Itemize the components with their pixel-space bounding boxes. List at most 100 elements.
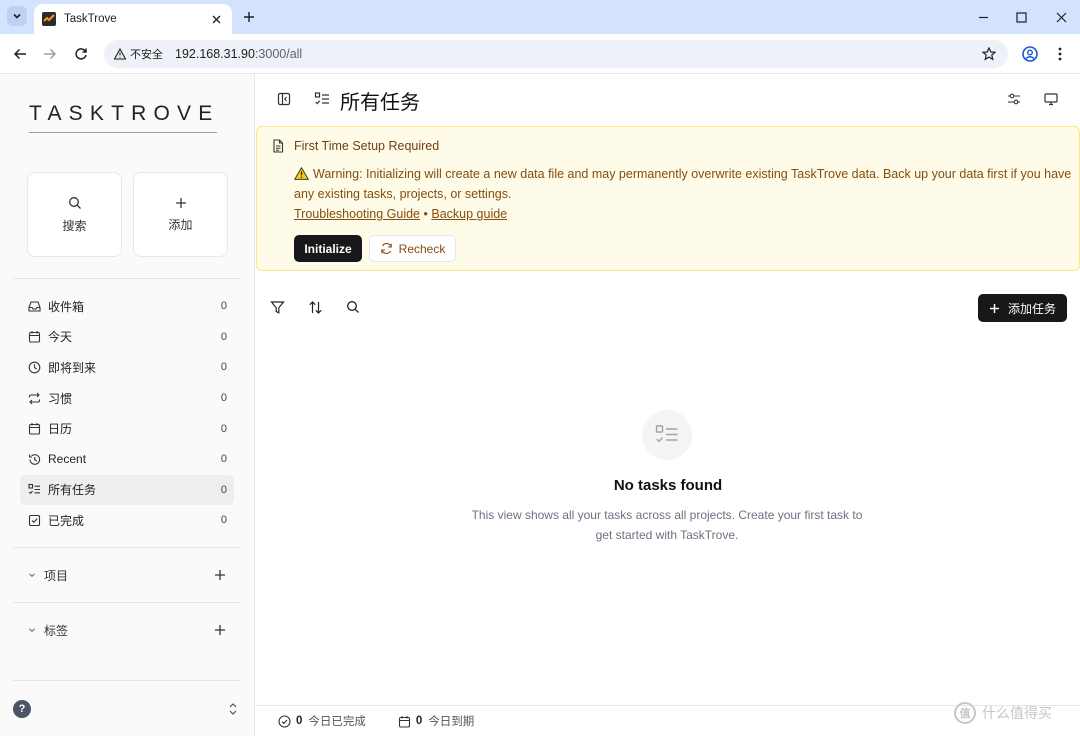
browser-tab-bar: TaskTrove <box>0 0 1080 34</box>
monitor-icon[interactable] <box>1041 89 1061 109</box>
browser-toolbar: 不安全 192.168.31.90:3000/all <box>0 34 1080 74</box>
back-arrow-icon[interactable] <box>10 44 30 64</box>
refresh-icon <box>380 243 392 254</box>
sidebar-item-all-tasks[interactable]: 所有任务 0 <box>20 474 234 506</box>
add-task-label: 添加任务 <box>1007 301 1056 316</box>
empty-state-description: This view shows all your tasks across al… <box>471 508 863 542</box>
file-text-icon <box>273 139 284 153</box>
add-task-button[interactable]: 添加任务 <box>978 294 1067 322</box>
new-tab-icon[interactable] <box>240 8 258 26</box>
sidebar-divider <box>13 547 240 548</box>
sidebar-item-inbox[interactable]: 收件箱 0 <box>20 291 234 322</box>
tab-close-icon[interactable] <box>208 11 224 27</box>
completed-today-count: 0 <box>296 715 303 727</box>
clock-icon <box>27 360 41 374</box>
browser-tab[interactable]: TaskTrove <box>34 4 232 34</box>
empty-list-icon <box>642 410 692 460</box>
sidebar-item-count: 0 <box>220 330 227 343</box>
forward-arrow-icon[interactable] <box>40 44 60 64</box>
search-quick-button[interactable]: 搜索 <box>27 172 122 257</box>
chevron-down-icon <box>29 573 35 578</box>
warning-triangle-icon <box>114 48 126 60</box>
app-logo[interactable]: TASKTROVE <box>29 102 219 133</box>
sidebar-divider <box>13 680 240 681</box>
search-icon[interactable] <box>344 298 362 316</box>
list-todo-icon <box>27 483 41 497</box>
sidebar: TASKTROVE 搜索 添加 收件箱 0 今天 0 即将到来 0 习惯 0 日… <box>0 74 255 736</box>
plus-icon <box>989 303 999 313</box>
sidebar-item-label: Recent <box>48 452 87 467</box>
empty-state-title: No tasks found <box>613 477 723 494</box>
inbox-icon <box>27 299 41 313</box>
completed-today-label: 今日已完成 <box>308 716 366 728</box>
sidebar-item-label: 收件箱 <box>48 299 85 314</box>
labels-section-toggle[interactable]: 标签 <box>20 618 234 642</box>
maximize-icon[interactable] <box>1012 8 1030 26</box>
sidebar-item-label: 已完成 <box>48 513 85 528</box>
url-host: 192.168.31.90 <box>175 47 255 61</box>
sort-icon[interactable] <box>306 298 324 316</box>
sidebar-item-recent[interactable]: Recent 0 <box>20 444 234 475</box>
tasktrove-favicon-icon <box>42 12 56 26</box>
due-today-count: 0 <box>415 715 423 727</box>
app-logo-text: TASKTROVE <box>29 102 220 125</box>
add-label-icon[interactable] <box>212 622 228 638</box>
url-text: 192.168.31.90:3000/all <box>175 47 980 61</box>
repeat-icon <box>27 391 41 405</box>
watermark-text: 什么值得买 <box>982 705 1052 721</box>
recheck-label: Recheck <box>398 241 446 256</box>
initialize-button[interactable]: Initialize <box>294 235 362 262</box>
filter-icon[interactable] <box>268 298 286 316</box>
sidebar-item-upcoming[interactable]: 即将到来 0 <box>20 352 234 383</box>
completed-today-stat: 0 今日已完成 <box>278 713 366 729</box>
sidebar-item-label: 日历 <box>48 422 73 437</box>
bookmark-star-icon[interactable] <box>980 45 998 63</box>
check-square-icon <box>27 513 41 527</box>
troubleshooting-guide-link[interactable]: Troubleshooting Guide <box>294 207 420 221</box>
watermark-logo: 值 <box>954 702 976 724</box>
security-indicator[interactable]: 不安全 <box>114 46 163 62</box>
security-label: 不安全 <box>130 49 163 61</box>
banner-title: First Time Setup Required <box>294 139 440 153</box>
tab-title: TaskTrove <box>64 13 117 25</box>
banner-links: Troubleshooting Guide • Backup guide <box>294 207 507 221</box>
page-title: 所有任务 <box>340 92 420 114</box>
recheck-button[interactable]: Recheck <box>369 235 456 262</box>
calendar-icon <box>27 330 41 344</box>
minimize-icon[interactable] <box>974 8 992 26</box>
sidebar-item-label: 今天 <box>48 330 73 345</box>
banner-warning-text: Warning: Initializing will create a new … <box>294 167 1072 201</box>
view-options-icon[interactable] <box>1004 89 1024 109</box>
tab-search-button[interactable] <box>7 6 27 26</box>
check-circle-icon <box>278 714 291 728</box>
link-separator: • <box>423 207 428 221</box>
sidebar-item-count: 0 <box>220 300 227 313</box>
profile-avatar-icon[interactable] <box>1020 44 1040 64</box>
sidebar-item-count: 0 <box>220 514 227 527</box>
add-project-icon[interactable] <box>212 567 228 583</box>
labels-section-label: 标签 <box>44 623 69 638</box>
projects-section-toggle[interactable]: 项目 <box>20 563 234 587</box>
sidebar-item-completed[interactable]: 已完成 0 <box>20 505 234 536</box>
url-path: :3000/all <box>254 47 303 61</box>
sidebar-item-habits[interactable]: 习惯 0 <box>20 383 234 414</box>
sidebar-toggle-icon[interactable] <box>274 89 294 109</box>
sidebar-item-today[interactable]: 今天 0 <box>20 322 234 353</box>
main-content: 所有任务 First Time Setup Required Warning: … <box>256 74 1080 736</box>
add-quick-button[interactable]: 添加 <box>133 172 228 257</box>
window-close-icon[interactable] <box>1052 8 1070 26</box>
due-today-stat: 0 今日到期 <box>398 713 474 729</box>
chevrons-up-down-icon[interactable] <box>226 701 240 717</box>
sidebar-item-count: 0 <box>220 453 227 466</box>
plus-icon <box>175 197 186 208</box>
sidebar-item-calendar[interactable]: 日历 0 <box>20 413 234 444</box>
sidebar-divider <box>13 602 240 603</box>
sidebar-item-count: 0 <box>220 361 227 374</box>
reload-icon[interactable] <box>71 44 91 64</box>
help-icon[interactable]: ? <box>13 700 31 718</box>
calendar-icon <box>398 715 410 728</box>
backup-guide-link[interactable]: Backup guide <box>431 207 507 221</box>
browser-menu-icon[interactable] <box>1052 44 1068 64</box>
history-icon <box>27 452 41 466</box>
address-bar[interactable]: 不安全 192.168.31.90:3000/all <box>104 40 1008 68</box>
